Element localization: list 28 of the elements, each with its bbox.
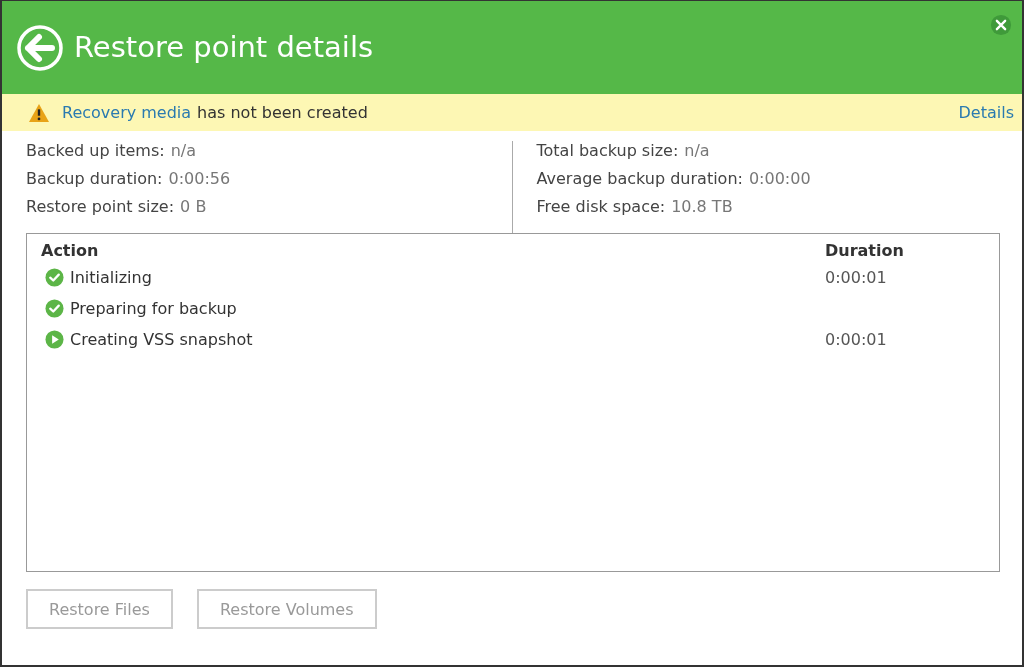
- stat-label: Restore point size:: [26, 197, 175, 216]
- details-link[interactable]: Details: [958, 103, 1014, 122]
- play-circle-icon: [45, 330, 64, 349]
- column-header: Duration: [825, 240, 904, 260]
- close-icon[interactable]: [990, 14, 1012, 36]
- warning-text: has not been created: [197, 103, 368, 122]
- stat-value: 0 B: [180, 197, 207, 216]
- stat-label: Backed up items:: [26, 141, 165, 160]
- duration-cell: 0:00:01: [825, 268, 887, 287]
- stat-label: Total backup size:: [536, 141, 679, 160]
- window-title: Restore point details: [74, 29, 374, 64]
- stat-value: 0:00:00: [748, 169, 811, 188]
- column-header: Action: [41, 240, 100, 260]
- stat-label: Average backup duration:: [536, 169, 743, 188]
- duration-cell: 0:00:01: [825, 330, 887, 349]
- action-cell: Initializing: [70, 268, 152, 287]
- stat-value: n/a: [170, 141, 196, 160]
- check-circle-icon: [45, 299, 64, 318]
- warning-icon: [28, 102, 50, 123]
- recovery-media-link[interactable]: Recovery media: [62, 103, 192, 122]
- stat-label: Backup duration:: [26, 169, 163, 188]
- stat-value: 0:00:56: [168, 169, 231, 188]
- stat-value: 10.8 TB: [671, 197, 733, 216]
- action-cell: Preparing for backup: [70, 299, 237, 318]
- stat-label: Free disk space:: [536, 197, 666, 216]
- check-circle-icon: [45, 268, 64, 287]
- stat-value: n/a: [684, 141, 710, 160]
- action-cell: Creating VSS snapshot: [70, 330, 253, 349]
